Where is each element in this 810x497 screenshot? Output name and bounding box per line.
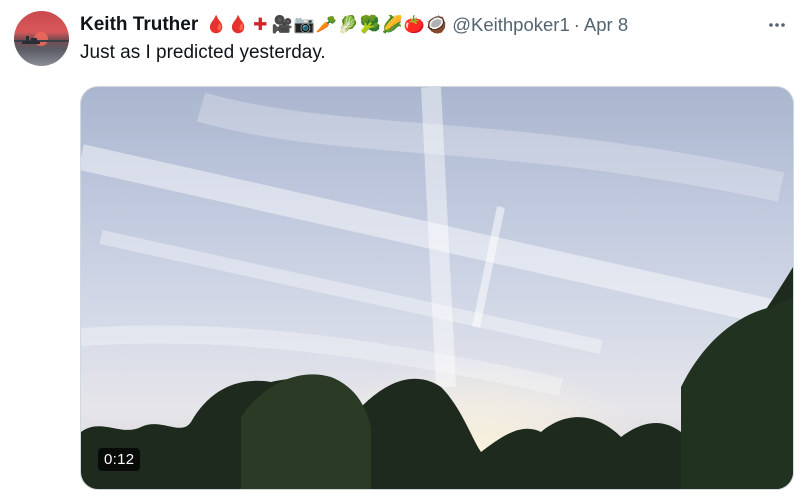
avatar[interactable] xyxy=(14,11,69,66)
user-handle[interactable]: @Keithpoker1 xyxy=(452,14,570,36)
name-emoji-10: 🥥 xyxy=(425,15,447,35)
name-emoji-2: ✚ xyxy=(253,15,268,35)
name-emoji-5: 🥕 xyxy=(315,15,337,35)
avatar-image xyxy=(14,32,69,46)
display-name-emojis: 🩸 🩸 ✚ 🎥 📷 🥕 🥬 🥦 🌽 🍅 🥥 xyxy=(206,13,448,37)
name-emoji-3: 🎥 xyxy=(271,15,293,35)
name-emoji-1: 🩸 xyxy=(227,15,249,35)
video-duration-badge: 0:12 xyxy=(98,448,141,471)
display-name[interactable]: Keith Truther xyxy=(80,14,198,36)
video-thumbnail xyxy=(81,87,793,489)
more-horizontal-icon xyxy=(769,23,785,27)
more-options-button[interactable] xyxy=(760,8,794,42)
name-emoji-0: 🩸 xyxy=(205,15,227,35)
separator: · xyxy=(573,14,580,35)
name-emoji-8: 🌽 xyxy=(381,15,403,35)
video-player[interactable]: 0:12 xyxy=(80,86,794,490)
tweet-text: Just as I predicted yesterday. xyxy=(80,42,326,63)
name-emoji-6: 🥬 xyxy=(337,15,359,35)
post-date[interactable]: Apr 8 xyxy=(584,14,628,36)
name-emoji-9: 🍅 xyxy=(403,15,425,35)
name-emoji-7: 🥦 xyxy=(359,15,381,35)
name-emoji-4: 📷 xyxy=(293,15,315,35)
tweet-header: Keith Truther 🩸 🩸 ✚ 🎥 📷 🥕 🥬 🥦 🌽 🍅 🥥 @Keithpoker1 ·… xyxy=(80,12,800,38)
